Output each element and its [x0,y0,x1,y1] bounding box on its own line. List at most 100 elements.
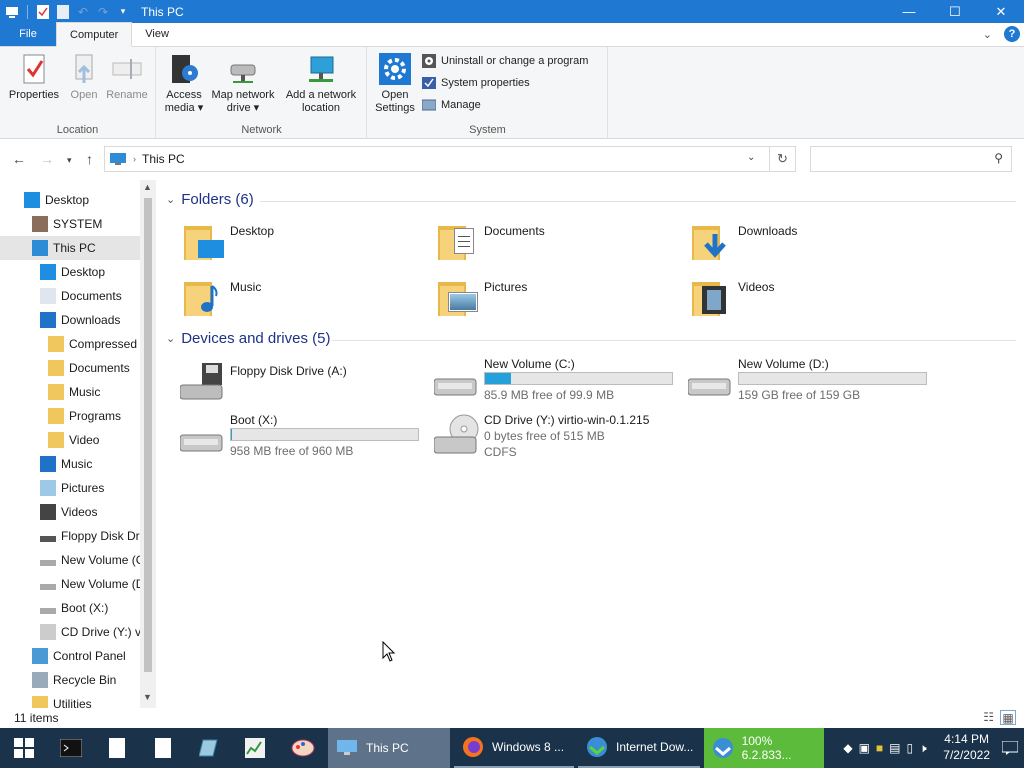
taskbar-firefox[interactable]: Windows 8 ... [454,728,574,768]
open-settings-button[interactable]: Open Settings [372,51,418,115]
taskbar-app-button[interactable] [232,728,278,768]
access-media-label-2: media ▾ [164,102,204,114]
devices-section-header[interactable]: ⌄ Devices and drives (5) [166,330,330,347]
sidebar-item-desktop[interactable]: Desktop [0,260,140,284]
taskbar-internet-download[interactable]: Internet Dow... [578,728,700,768]
monitor-tray-icon[interactable]: ▤ [889,741,900,755]
drive-d[interactable]: New Volume (D:) 159 GB free of 159 GB [687,357,938,407]
folder-downloads[interactable]: Downloads [688,216,938,266]
folder-desktop[interactable]: Desktop [180,216,430,266]
sidebar-item-floppy-disk-dri[interactable]: Floppy Disk Dri [0,524,140,548]
uninstall-program-button[interactable]: Uninstall or change a program [422,52,588,70]
properties-qat-icon[interactable] [35,4,51,20]
collapse-chevron-icon: ⌄ [166,333,176,345]
taskbar-app-button[interactable] [278,728,328,768]
taskbar-cmd-button[interactable] [48,728,94,768]
tab-file[interactable]: File [0,22,56,46]
notifications-button[interactable] [996,728,1024,768]
recent-locations-chevron-icon[interactable]: ▾ [67,155,72,166]
drive-cd-y[interactable]: CD Drive (Y:) virtio-win-0.1.215 0 bytes… [433,413,684,473]
sidebar-item-system[interactable]: SYSTEM [0,212,140,236]
tab-computer[interactable]: Computer [56,22,133,47]
drive-boot-x[interactable]: Boot (X:) 958 MB free of 960 MB [179,413,430,463]
customize-qat-icon[interactable]: ▾ [115,4,131,20]
redo-icon[interactable]: ↷ [95,4,111,20]
sidebar-item-boot-x[interactable]: Boot (X:) [0,596,140,620]
address-path[interactable]: This PC [142,152,185,166]
details-view-icon[interactable]: ☷ [983,710,994,724]
open-button[interactable]: Open [64,51,104,102]
close-button[interactable]: ✕ [978,0,1024,23]
map-network-drive-button[interactable]: Map network drive ▾ [207,51,279,115]
scroll-up-icon[interactable]: ▲ [143,182,152,192]
up-arrow-icon[interactable]: ↑ [86,151,93,167]
taskbar-download-progress[interactable]: 100% 6.2.833... [704,728,824,768]
taskbar-file-button[interactable] [140,728,186,768]
taskbar-app-label: Windows 8 ... [492,740,565,754]
this-pc-icon[interactable] [4,4,20,20]
expand-ribbon-icon[interactable]: ⌄ [983,28,992,41]
tab-view[interactable]: View [132,22,182,46]
sidebar-item-music[interactable]: Music [0,452,140,476]
collapse-chevron-icon: ⌄ [166,194,176,206]
search-box[interactable]: ⚲ [810,146,1012,172]
sidebar-item-videos[interactable]: Videos [0,500,140,524]
nav-scroll-thumb[interactable] [144,198,152,672]
color-tray-icon[interactable]: ■ [876,741,883,755]
manage-button[interactable]: Manage [421,96,481,114]
large-icons-view-icon[interactable]: ▦ [1000,710,1016,725]
sidebar-item-recycle-bin[interactable]: Recycle Bin [0,668,140,692]
start-button[interactable] [0,728,48,768]
drive-floppy-a[interactable]: Floppy Disk Drive (A:) [179,363,430,403]
desktop-folder-icon [180,216,226,262]
folder-pictures[interactable]: Pictures [434,272,684,322]
sidebar-item-control-panel[interactable]: Control Panel [0,644,140,668]
sidebar-item-downloads[interactable]: Downloads [0,308,140,332]
sidebar-item-utilities[interactable]: Utilities [0,692,140,708]
system-properties-button[interactable]: System properties [422,74,530,92]
folder-documents[interactable]: Documents [434,216,684,266]
help-icon[interactable]: ? [1004,26,1020,42]
sidebar-item-documents[interactable]: Documents [0,284,140,308]
folder-videos[interactable]: Videos [688,272,938,322]
taskbar-notepad-button[interactable] [94,728,140,768]
address-dropdown-icon[interactable]: ⌄ [747,152,755,163]
undo-icon[interactable]: ↶ [75,4,91,20]
sidebar-item-music[interactable]: Music [0,380,140,404]
rename-button[interactable]: Rename [104,51,150,102]
sidebar-item-programs[interactable]: Programs [0,404,140,428]
properties-button[interactable]: Properties [6,51,62,102]
sidebar-item-new-volume-c[interactable]: New Volume (C [0,548,140,572]
forward-arrow-icon[interactable]: → [40,151,54,167]
sidebar-item-desktop[interactable]: Desktop [0,188,140,212]
scroll-down-icon[interactable]: ▼ [143,692,152,702]
add-network-location-button[interactable]: Add a network location [281,51,361,115]
hard-drive-icon [179,413,226,459]
sidebar-item-this-pc[interactable]: This PC [0,236,140,260]
folders-section-header[interactable]: ⌄ Folders (6) [166,191,254,208]
minimize-button[interactable]: — [886,0,932,23]
refresh-icon[interactable]: ↻ [777,151,788,167]
drive-c[interactable]: New Volume (C:) 85.9 MB free of 99.9 MB [433,357,684,407]
sidebar-item-pictures[interactable]: Pictures [0,476,140,500]
address-bar[interactable]: › This PC ⌄ ↻ [104,146,796,172]
sidebar-item-compressed[interactable]: Compressed [0,332,140,356]
taskbar-app-button[interactable] [186,728,232,768]
display-tray-icon[interactable]: ▣ [859,741,870,755]
usb-tray-icon[interactable]: ▯ [907,741,914,755]
sidebar-item-video[interactable]: Video [0,428,140,452]
access-media-button[interactable]: Access media ▾ [161,51,207,115]
maximize-button[interactable]: ☐ [932,0,978,23]
folder-music[interactable]: Music [180,272,430,322]
network-tray-icon[interactable]: ◆ [843,741,852,755]
clock[interactable]: 4:14 PM 7/2/2022 [943,731,990,763]
volume-muted-icon[interactable]: 🕨 [919,741,927,756]
back-arrow-icon[interactable]: ← [12,151,26,167]
breadcrumb-chevron-icon[interactable]: › [133,154,136,164]
cd-drive-icon [40,624,56,640]
taskbar-this-pc[interactable]: This PC [328,728,450,768]
sidebar-item-documents[interactable]: Documents [0,356,140,380]
sidebar-item-cd-drive-y-vi[interactable]: CD Drive (Y:) vi [0,620,140,644]
new-folder-qat-icon[interactable] [55,4,71,20]
sidebar-item-new-volume-d[interactable]: New Volume (D [0,572,140,596]
